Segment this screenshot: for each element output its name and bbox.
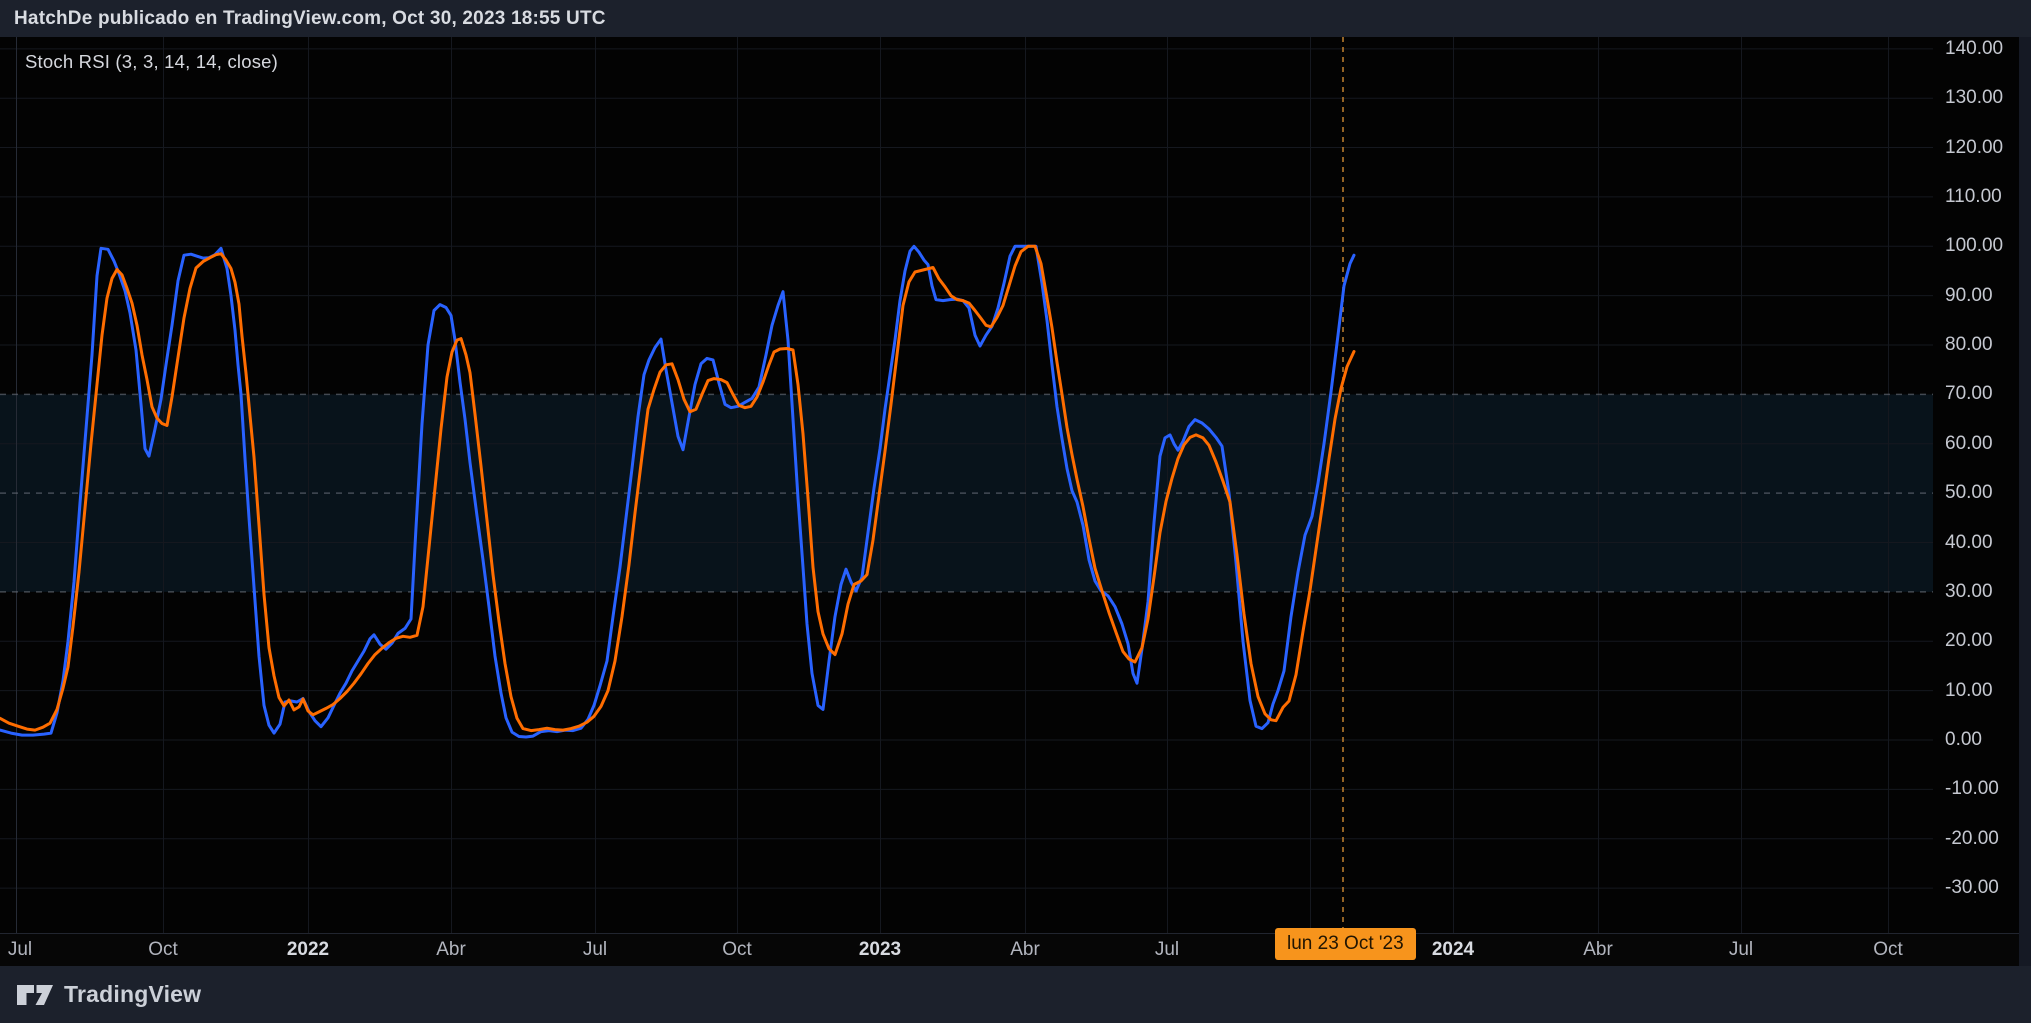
- time-axis-label: 2023: [859, 939, 901, 961]
- time-axis-label: 2022: [287, 939, 329, 961]
- time-axis-label: Jul: [1729, 939, 1753, 961]
- time-axis-label: 2024: [1432, 939, 1474, 961]
- stoch-rsi-chart[interactable]: [0, 37, 1933, 933]
- footer-bar: TradingView: [0, 966, 2031, 1023]
- price-scale-label: 120.00: [1945, 137, 2003, 159]
- time-axis-label: Abr: [436, 939, 466, 961]
- price-scale-label: 40.00: [1945, 532, 1993, 554]
- price-scale-label: 50.00: [1945, 482, 1993, 504]
- time-axis-label: Oct: [148, 939, 178, 961]
- top-bar: HatchDe publicado en TradingView.com, Oc…: [0, 0, 2031, 37]
- price-scale-label: 70.00: [1945, 383, 1993, 405]
- price-scale-label: 80.00: [1945, 334, 1993, 356]
- price-scale-label: -30.00: [1945, 877, 1999, 899]
- price-scale[interactable]: 140.00 130.00 120.00 110.00 100.00 90.00 80.00…: [1933, 37, 2031, 933]
- time-axis-label: Jul: [1155, 939, 1179, 961]
- time-axis-label: Oct: [722, 939, 752, 961]
- tradingview-logo-icon[interactable]: [16, 982, 54, 1008]
- price-scale-label: 90.00: [1945, 285, 1993, 307]
- price-scale-label: 10.00: [1945, 680, 1993, 702]
- indicator-legend[interactable]: Stoch RSI (3, 3, 14, 14, close): [25, 51, 278, 73]
- last-date-badge: lun 23 Oct '23: [1275, 928, 1416, 960]
- time-axis-label: Oct: [1873, 939, 1903, 961]
- time-axis[interactable]: Jul Oct 2022 Abr Jul Oct 2023 Abr Jul 2024 Abr Jul O…: [0, 933, 2031, 966]
- page-title: HatchDe publicado en TradingView.com, Oc…: [14, 8, 606, 30]
- time-axis-label: Abr: [1583, 939, 1613, 961]
- published-chart-page: HatchDe publicado en TradingView.com, Oc…: [0, 0, 2031, 1023]
- chart-pane[interactable]: [0, 37, 2031, 933]
- price-scale-label: 20.00: [1945, 630, 1993, 652]
- time-axis-label: Abr: [1010, 939, 1040, 961]
- price-scale-label: 140.00: [1945, 38, 2003, 60]
- price-scale-label: 60.00: [1945, 433, 1993, 455]
- tradingview-brand[interactable]: TradingView: [64, 981, 201, 1008]
- time-axis-label: Jul: [8, 939, 32, 961]
- price-scale-label: 0.00: [1945, 729, 1982, 751]
- page-right-edge: [2019, 37, 2031, 966]
- price-scale-label: 130.00: [1945, 87, 2003, 109]
- price-scale-label: 30.00: [1945, 581, 1993, 603]
- time-axis-label: Jul: [583, 939, 607, 961]
- price-scale-label: -20.00: [1945, 828, 1999, 850]
- price-scale-label: 100.00: [1945, 235, 2003, 257]
- price-scale-label: -10.00: [1945, 778, 1999, 800]
- price-scale-label: 110.00: [1945, 186, 2002, 208]
